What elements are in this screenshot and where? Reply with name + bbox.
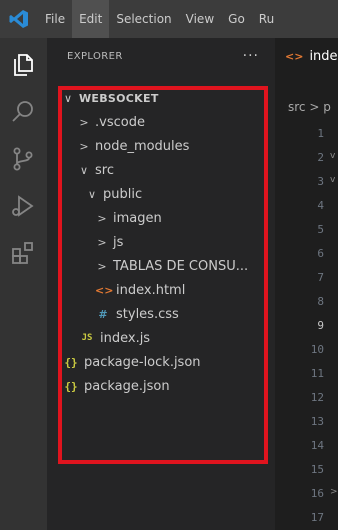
menu-edit[interactable]: Edit [72,0,110,38]
fold-chevron-icon[interactable]: v [330,151,335,161]
editor-tab-index-html[interactable]: <> inde [275,38,338,74]
explorer-panel: EXPLORER ··· ∨ WEBSOCKET > .vscode > nod… [47,38,275,530]
html-file-icon: <> [285,49,304,63]
tree-item-vscode[interactable]: > .vscode [47,110,275,134]
tree-item-node-modules[interactable]: > node_modules [47,134,275,158]
fold-chevron-icon[interactable]: > [330,487,338,497]
tree-root-label: WEBSOCKET [79,91,159,105]
tree-item-package-lock-json[interactable]: {} package-lock.json [47,350,275,374]
json-file-icon: {} [64,379,78,393]
title-bar: File Edit Selection View Go Ru [0,0,338,38]
line-number: 15 [310,463,324,476]
json-file-icon: {} [64,355,78,369]
menu-selection[interactable]: Selection [109,0,178,38]
tree-item-index-js[interactable]: JS index.js [47,326,275,350]
fold-chevron-icon[interactable]: v [330,175,335,185]
tree-item-label: public [103,186,143,202]
tree-item-label: package-lock.json [84,354,201,370]
tree-item-imagen[interactable]: > imagen [47,206,275,230]
line-number: 17 [310,511,324,524]
line-number: 13 [310,415,324,428]
line-number: 16 [310,487,324,500]
extensions-icon[interactable] [6,236,40,270]
line-number: 2 [317,151,324,164]
chevron-right-icon: > [97,211,107,225]
vscode-logo-icon [0,0,38,38]
tree-item-package-json[interactable]: {} package.json [47,374,275,398]
more-actions-icon[interactable]: ··· [243,48,259,64]
line-number: 14 [310,439,324,452]
line-number: 12 [310,391,324,404]
line-number: 3 [317,175,324,188]
menu-run[interactable]: Ru [252,0,281,38]
line-number: 10 [310,343,324,356]
search-icon[interactable] [6,95,40,129]
source-control-icon[interactable] [6,142,40,176]
line-number: 5 [317,223,324,236]
explorer-title: EXPLORER [67,50,123,62]
editor-area: <> inde src > p 1 2 v 3 v 4 5 6 7 8 9 10… [275,38,338,530]
chevron-right-icon: > [79,115,89,129]
chevron-right-icon: > [97,235,107,249]
tree-item-js[interactable]: > js [47,230,275,254]
line-number: 4 [317,199,324,212]
chevron-down-icon: ∨ [87,187,97,201]
menu-go[interactable]: Go [221,0,252,38]
tree-item-src[interactable]: ∨ src [47,158,275,182]
tree-item-label: .vscode [95,114,145,130]
line-number: 7 [317,271,324,284]
tree-item-label: package.json [84,378,170,394]
tree-item-label: js [113,234,124,250]
chevron-down-icon: ∨ [63,91,73,105]
chevron-right-icon: > [97,259,107,273]
js-file-icon: JS [81,333,93,343]
menu-file[interactable]: File [38,0,72,38]
tree-item-public[interactable]: ∨ public [47,182,275,206]
run-debug-icon[interactable] [6,189,40,223]
explorer-icon[interactable] [6,48,40,82]
line-number: 1 [317,127,324,140]
tree-item-label: src [95,162,114,178]
tree-item-label: TABLAS DE CONSU... [113,258,249,274]
tab-label: inde [309,48,338,64]
tree-root-websocket[interactable]: ∨ WEBSOCKET [47,86,275,110]
line-number: 8 [317,295,324,308]
tree-item-label: imagen [113,210,162,226]
tree-item-index-html[interactable]: <> index.html [47,278,275,302]
tree-item-label: index.js [100,330,151,346]
breadcrumb[interactable]: src > p [288,100,331,114]
line-number: 6 [317,247,324,260]
explorer-header: EXPLORER ··· [47,38,275,74]
html-file-icon: <> [95,283,114,297]
menu-view[interactable]: View [179,0,221,38]
chevron-down-icon: ∨ [79,163,89,177]
line-number-current: 9 [317,319,324,332]
line-number: 11 [310,367,324,380]
tree-item-label: node_modules [95,138,190,154]
tree-item-styles-css[interactable]: # styles.css [47,302,275,326]
tree-item-label: styles.css [116,306,179,322]
tree-item-label: index.html [116,282,186,298]
activity-bar [0,38,47,530]
chevron-right-icon: > [79,139,89,153]
tree-item-tablas-de-consultas[interactable]: > TABLAS DE CONSU... [47,254,275,278]
css-file-icon: # [98,307,108,321]
